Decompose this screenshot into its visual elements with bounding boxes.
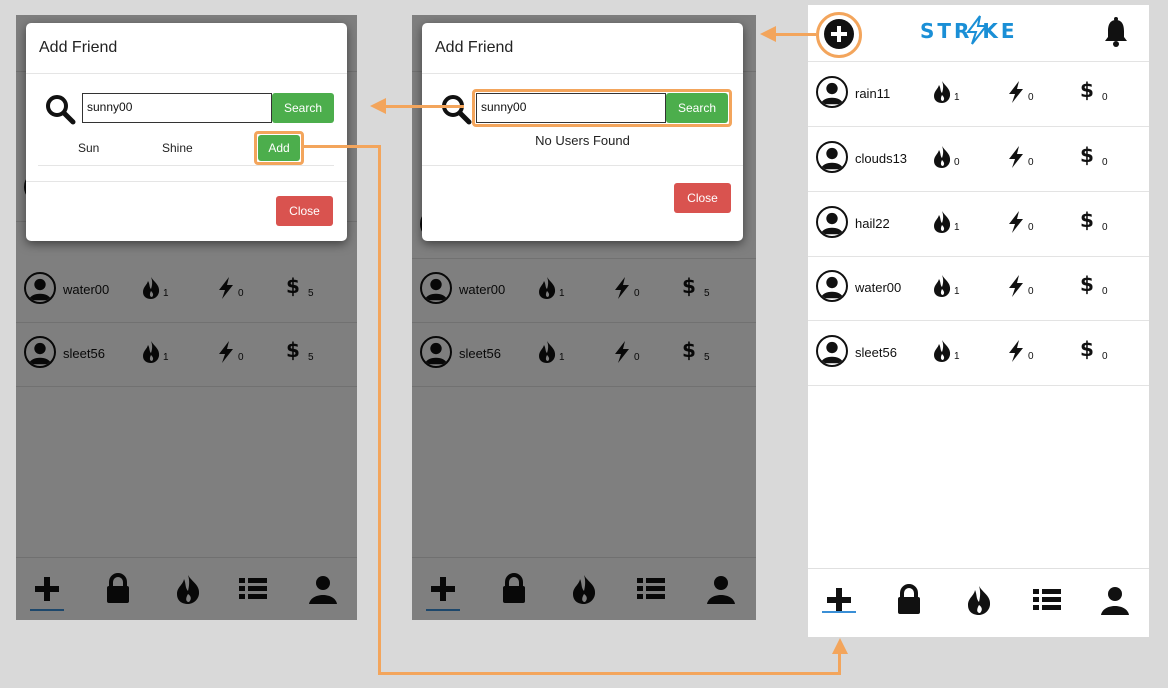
bolt-icon [1009, 275, 1023, 297]
screen-add-result: hail22 water00 1 0 $5 sleet56 1 0 $5 Add… [16, 15, 357, 620]
bolt-icon [1009, 81, 1023, 103]
dollar-icon: $ [1080, 337, 1094, 361]
highlight-circle [816, 12, 862, 58]
dollar-icon: $ [1080, 208, 1094, 232]
connector-line [386, 105, 464, 108]
active-tab-indicator [822, 611, 856, 613]
highlight-box [472, 89, 732, 127]
dollar-icon: $ [1080, 272, 1094, 296]
friend-row[interactable]: sleet56 1 0 $0 [808, 321, 1149, 386]
flame-icon [934, 275, 951, 297]
username: clouds13 [855, 151, 908, 166]
close-button[interactable]: Close [276, 196, 333, 226]
flame-icon [934, 81, 951, 103]
avatar [816, 335, 848, 367]
avatar [816, 270, 848, 302]
dollar-icon: $ [1080, 143, 1094, 167]
connector-line [838, 652, 841, 675]
username: rain11 [855, 86, 891, 101]
connector-line [302, 145, 380, 148]
search-icon [440, 93, 472, 125]
screen-friends-list: STR KE rain11 1 0 $0 clouds13 0 0 $0 hai… [808, 5, 1149, 637]
search-input[interactable]: sunny00 [82, 93, 272, 123]
modal-title: Add Friend [435, 39, 514, 56]
bolt-logo-icon [966, 15, 989, 45]
app-logo: STR KE [920, 15, 1018, 45]
search-button[interactable]: Search [272, 93, 334, 123]
add-friend-modal: Add Friend sunny00 Search Sun Shine Add … [26, 23, 347, 241]
divider [26, 181, 347, 182]
no-users-message: No Users Found [535, 133, 630, 148]
avatar [816, 141, 848, 173]
flame-icon [934, 146, 951, 168]
close-button[interactable]: Close [674, 183, 731, 213]
dollar-icon: $ [1080, 78, 1094, 102]
lock-icon[interactable] [892, 583, 926, 617]
friend-row[interactable]: hail22 1 0 $0 [808, 192, 1149, 257]
bell-icon[interactable] [1101, 17, 1131, 49]
username: sleet56 [855, 345, 897, 360]
avatar [816, 206, 848, 238]
divider [422, 73, 743, 74]
friend-row[interactable]: water00 1 0 $0 [808, 256, 1149, 321]
modal-title: Add Friend [39, 39, 118, 56]
flame-icon [934, 211, 951, 233]
username: hail22 [855, 216, 890, 231]
bolt-icon [1009, 340, 1023, 362]
avatar [816, 76, 848, 108]
bottom-nav [808, 568, 1149, 637]
divider [38, 165, 334, 166]
list-icon[interactable] [1030, 583, 1064, 617]
arrow-left-icon [760, 26, 776, 42]
divider [422, 165, 743, 166]
add-friend-modal: Add Friend sunny00 Search No Users Found… [422, 23, 743, 241]
flame-icon [934, 340, 951, 362]
result-last-name: Shine [162, 141, 193, 155]
highlight-box [254, 131, 304, 165]
connector-line [378, 145, 381, 675]
user-icon[interactable] [1098, 583, 1132, 617]
result-first-name: Sun [78, 141, 100, 155]
username: water00 [855, 280, 902, 295]
flame-icon[interactable] [962, 583, 996, 617]
divider [26, 73, 347, 74]
bolt-icon [1009, 211, 1023, 233]
arrow-up-icon [832, 638, 848, 654]
arrow-left-icon [370, 98, 386, 114]
friend-row[interactable]: rain11 1 0 $0 [808, 62, 1149, 127]
connector-line [378, 672, 841, 675]
connector-line [775, 33, 816, 36]
bolt-icon [1009, 146, 1023, 168]
friend-row[interactable]: clouds13 0 0 $0 [808, 127, 1149, 192]
search-icon [44, 93, 76, 125]
